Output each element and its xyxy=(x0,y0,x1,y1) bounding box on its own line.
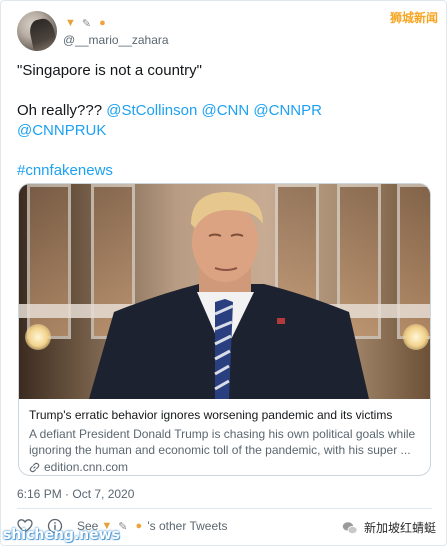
watermark-bottom-left: shicheng.news xyxy=(3,527,120,543)
tweet-hashtag-line: #cnnfakenews xyxy=(17,161,437,181)
user-handle[interactable]: @__mario__zahara xyxy=(63,33,169,47)
card-title: Trump's erratic behavior ignores worseni… xyxy=(29,408,393,422)
bread-emoji-icon: ● xyxy=(99,17,106,29)
card-image xyxy=(19,184,430,399)
card-description: A defiant President Donald Trump is chas… xyxy=(29,427,416,457)
card-domain-text: edition.cnn.com xyxy=(44,460,129,474)
watermark-top-right: 狮城新闻 xyxy=(389,11,438,25)
mention-link[interactable]: @CNN xyxy=(202,102,250,119)
watermark-bottom-right: 新加坡红蜻蜓 xyxy=(342,519,436,536)
see-suffix: 's other Tweets xyxy=(147,519,228,533)
tweet-text: "Singapore is not a country" Oh really??… xyxy=(17,61,437,181)
mention-link[interactable]: @StCollinson xyxy=(106,102,197,119)
mention-link[interactable]: @CNNPR xyxy=(253,102,322,119)
hashtag-link[interactable]: #cnnfakenews xyxy=(17,162,113,179)
link-preview-card[interactable]: Trump's erratic behavior ignores worseni… xyxy=(18,183,431,476)
tweet-mentions-line: Oh really??? @StCollinson @CNN @CNNPR xyxy=(17,101,437,121)
card-text: Trump's erratic behavior ignores worseni… xyxy=(29,408,424,475)
pencil-emoji-icon: ✎ xyxy=(81,17,92,30)
watermark-bottom-right-text: 新加坡红蜻蜓 xyxy=(363,521,436,535)
person-photo xyxy=(89,192,369,399)
wechat-icon xyxy=(342,521,358,534)
tweet-card: ▼ ✎ ● @__mario__zahara 狮城新闻 "Singapore i… xyxy=(0,0,447,546)
divider xyxy=(17,508,432,509)
avatar[interactable] xyxy=(17,11,57,51)
bread-emoji-icon: ● xyxy=(135,520,143,532)
tweet-timestamp[interactable]: 6:16 PM · Oct 7, 2020 xyxy=(17,487,134,501)
mention-link[interactable]: @CNNPRUK xyxy=(17,122,106,139)
card-domain: edition.cnn.com xyxy=(29,459,424,475)
tweet-prefix-text: Oh really??? xyxy=(17,102,107,119)
tweet-mentions-line-2: @CNNPRUK xyxy=(17,121,437,141)
display-name[interactable]: ▼ ✎ ● xyxy=(63,15,110,31)
link-icon xyxy=(29,462,40,472)
tweet-quote-line: "Singapore is not a country" xyxy=(17,62,202,79)
taco-emoji-icon: ▼ xyxy=(65,17,76,29)
